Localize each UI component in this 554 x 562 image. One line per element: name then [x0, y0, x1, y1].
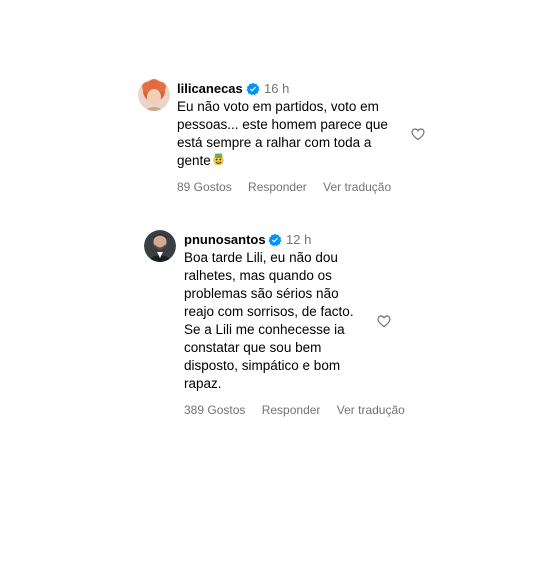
comment-text: Boa tarde Lili, eu não dou ralhetes, mas… [184, 249, 354, 393]
like-heart-icon[interactable] [410, 126, 426, 142]
comment-line: ralhetes, mas quando os [184, 268, 332, 283]
zany-face-emoji-icon [213, 153, 224, 166]
comment-time: 12 h [286, 232, 312, 247]
comment-lilicanecas: lilicanecas 16 h Eu não voto em partidos… [0, 0, 554, 200]
comment-time: 16 h [264, 81, 290, 96]
like-heart-icon[interactable] [376, 313, 392, 329]
comment-line: Eu não voto em partidos, voto em [177, 99, 379, 114]
avatar-lilicanecas[interactable] [138, 79, 170, 111]
comment-actions: 89 Gostos Responder Ver tradução [177, 180, 404, 194]
comment-line-with-emoji: gente [177, 152, 388, 170]
username[interactable]: pnunosantos [184, 232, 266, 247]
avatar-pnunosantos[interactable] [144, 230, 176, 262]
comment-line: constatar que sou bem [184, 340, 322, 355]
reply-button[interactable]: Responder [248, 180, 307, 194]
translate-button[interactable]: Ver tradução [323, 180, 391, 194]
comment-line: rapaz. [184, 376, 222, 391]
comment-line: Se a Lili me conhecesse ia [184, 322, 345, 337]
reply-button[interactable]: Responder [262, 403, 321, 417]
likes-count-button[interactable]: 89 Gostos [177, 180, 232, 194]
comment-line: disposto, simpático e bom [184, 358, 341, 373]
comment-line: gente [177, 153, 211, 168]
comment-line: problemas são sérios não [184, 286, 339, 301]
verified-badge-icon [268, 233, 282, 247]
comment-line: reajo com sorrisos, de facto. [184, 304, 354, 319]
likes-count-button[interactable]: 389 Gostos [184, 403, 245, 417]
comment-line: Boa tarde Lili, eu não dou [184, 250, 338, 265]
comment-line: está sempre a ralhar com toda a [177, 135, 372, 150]
comment-actions: 389 Gostos Responder Ver tradução [184, 403, 418, 417]
comment-pnunosantos: pnunosantos 12 h Boa tarde Lili, eu não … [0, 200, 554, 430]
username[interactable]: lilicanecas [177, 81, 243, 96]
translate-button[interactable]: Ver tradução [337, 403, 405, 417]
verified-badge-icon [246, 82, 260, 96]
comment-text: Eu não voto em partidos, voto em pessoas… [177, 98, 388, 170]
comment-line: pessoas... este homem parece que [177, 117, 388, 132]
